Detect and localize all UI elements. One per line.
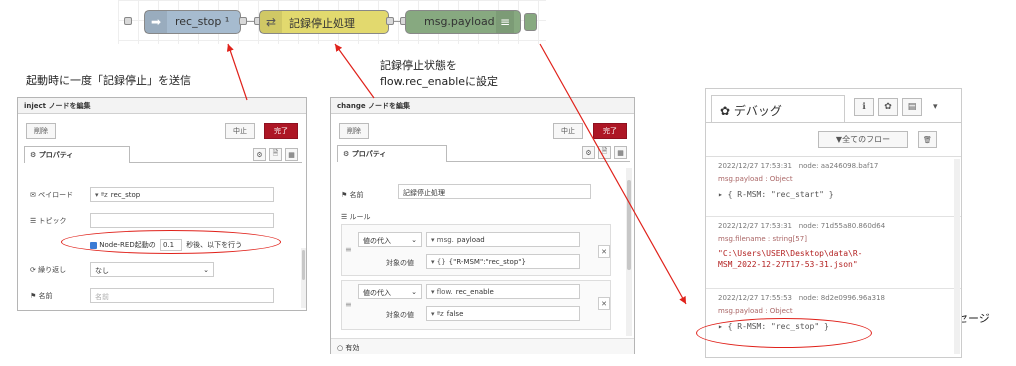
arrow-to-inject — [226, 43, 248, 101]
arrow-to-debug — [539, 43, 687, 305]
arrow-to-change — [334, 43, 375, 99]
annotation-arrows — [226, 43, 687, 305]
